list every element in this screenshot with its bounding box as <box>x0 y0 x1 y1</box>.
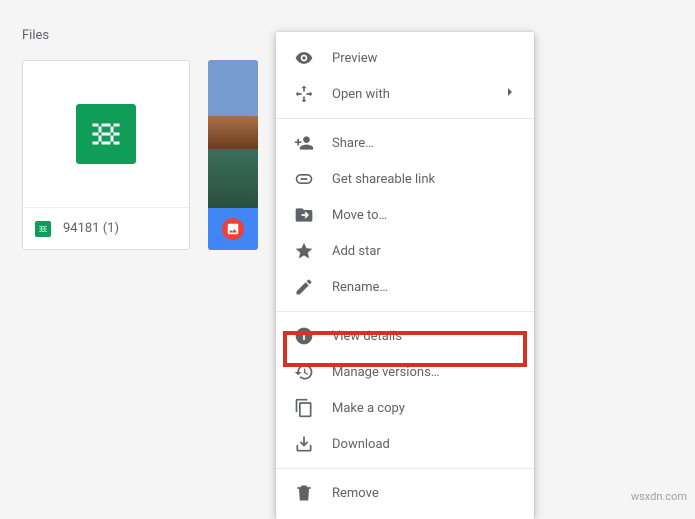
trash-icon <box>294 483 314 503</box>
menu-remove[interactable]: Remove <box>276 475 534 511</box>
info-icon <box>294 326 314 346</box>
file-thumbnail <box>23 61 189 207</box>
download-icon <box>294 434 314 454</box>
menu-rename[interactable]: Rename… <box>276 269 534 305</box>
file-card-image[interactable] <box>208 60 258 250</box>
menu-label: Remove <box>332 486 518 501</box>
menu-label: Download <box>332 437 518 452</box>
menu-make-copy[interactable]: Make a copy <box>276 390 534 426</box>
copy-icon <box>294 398 314 418</box>
menu-label: Make a copy <box>332 401 518 416</box>
menu-manage-versions[interactable]: Manage versions… <box>276 354 534 390</box>
menu-divider <box>276 118 534 119</box>
menu-share[interactable]: Share… <box>276 125 534 161</box>
chevron-right-icon <box>502 84 518 104</box>
eye-icon <box>294 48 314 68</box>
menu-label: Preview <box>332 51 518 66</box>
history-icon <box>294 362 314 382</box>
context-menu: Preview Open with Share… Get shareable l… <box>276 32 534 519</box>
rename-icon <box>294 277 314 297</box>
menu-get-link[interactable]: Get shareable link <box>276 161 534 197</box>
file-footer: 94181 (1) <box>23 207 189 249</box>
file-name: 94181 (1) <box>63 221 119 236</box>
menu-label: Add star <box>332 244 518 259</box>
files-area: 94181 (1) <box>22 60 258 250</box>
sheets-icon-small <box>35 221 51 237</box>
sheets-icon <box>76 104 136 164</box>
menu-divider <box>276 311 534 312</box>
menu-label: Manage versions… <box>332 365 518 380</box>
menu-view-details[interactable]: View details <box>276 318 534 354</box>
menu-divider <box>276 468 534 469</box>
menu-label: Get shareable link <box>332 172 518 187</box>
image-footer <box>208 208 258 250</box>
photo-icon <box>222 218 244 240</box>
watermark: wsxdn.com <box>631 490 687 503</box>
star-icon <box>294 241 314 261</box>
menu-preview[interactable]: Preview <box>276 40 534 76</box>
menu-move-to[interactable]: Move to… <box>276 197 534 233</box>
menu-download[interactable]: Download <box>276 426 534 462</box>
menu-add-star[interactable]: Add star <box>276 233 534 269</box>
menu-label: Share… <box>332 136 518 151</box>
link-icon <box>294 169 314 189</box>
person-add-icon <box>294 133 314 153</box>
menu-label: Rename… <box>332 280 518 295</box>
folder-move-icon <box>294 205 314 225</box>
menu-open-with[interactable]: Open with <box>276 76 534 112</box>
file-card-sheet[interactable]: 94181 (1) <box>22 60 190 250</box>
image-thumbnail <box>208 60 258 208</box>
menu-label: Move to… <box>332 208 518 223</box>
menu-label: Open with <box>332 87 484 102</box>
open-with-icon <box>294 84 314 104</box>
menu-label: View details <box>332 329 518 344</box>
section-label: Files <box>22 28 49 43</box>
